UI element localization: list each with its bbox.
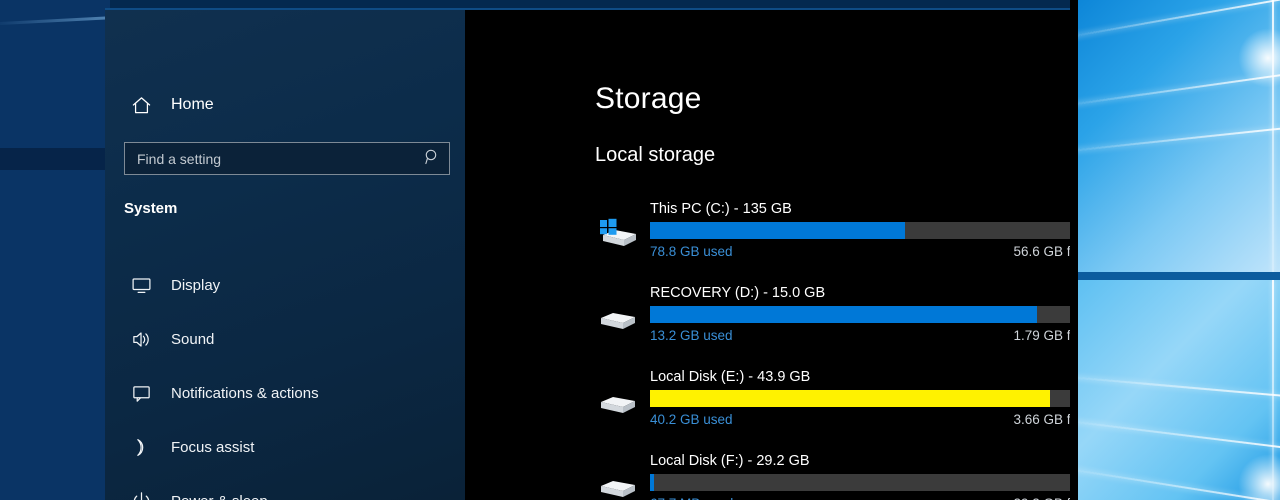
sidebar-item-home[interactable]: Home <box>123 88 453 122</box>
drive-meta: 13.2 GB used 1.79 GB free <box>650 323 1070 343</box>
wallpaper-pane-top <box>1078 0 1280 272</box>
wallpaper-pane-gap <box>1078 272 1280 280</box>
search-box[interactable] <box>124 142 450 175</box>
home-icon <box>129 93 153 117</box>
wallpaper-light-ray <box>1078 420 1280 450</box>
drive-usage-fill <box>650 474 655 491</box>
drive-usage-fill <box>650 306 1038 323</box>
chat-bubble-icon <box>129 381 153 405</box>
sidebar-nav-list: Display Sound Notifications & actions Fo… <box>123 258 463 500</box>
drive-info: RECOVERY (D:) - 15.0 GB 13.2 GB used 1.7… <box>650 284 1070 343</box>
drive-row[interactable]: RECOVERY (D:) - 15.0 GB 13.2 GB used 1.7… <box>595 284 1070 368</box>
sidebar-item-notifications[interactable]: Notifications & actions <box>123 366 463 420</box>
drive-meta: 78.8 GB used 56.6 GB free <box>650 239 1070 259</box>
drive-usage-bar <box>650 306 1070 323</box>
sidebar-item-focus-assist[interactable]: Focus assist <box>123 420 463 474</box>
sidebar-item-label: Power & sleep <box>171 493 268 500</box>
sidebar-item-sound[interactable]: Sound <box>123 312 463 366</box>
sidebar-item-label: Focus assist <box>171 438 255 456</box>
drive-free-label: 29.2 GB free <box>1013 496 1070 500</box>
drive-usage-bar <box>650 390 1070 407</box>
drive-used-label: 78.8 GB used <box>650 244 733 259</box>
drive-icon <box>597 302 639 336</box>
page-title: Storage <box>595 82 702 115</box>
wallpaper-glow <box>1238 454 1280 500</box>
drive-row[interactable]: Local Disk (E:) - 43.9 GB 40.2 GB used 3… <box>595 368 1070 452</box>
settings-window: Settings <box>105 8 1070 500</box>
drive-used-label: 67.7 MB used <box>650 496 733 500</box>
sidebar-item-label: Sound <box>171 330 215 348</box>
windows-drive-icon <box>597 218 639 252</box>
power-icon <box>129 489 153 500</box>
wallpaper-light-ray <box>1078 0 1280 38</box>
home-label: Home <box>171 96 214 113</box>
drive-free-label: 1.79 GB free <box>1013 328 1070 343</box>
wallpaper-pane-bottom <box>1078 280 1280 500</box>
search-icon[interactable] <box>424 148 441 170</box>
drive-info: Local Disk (F:) - 29.2 GB 67.7 MB used 2… <box>650 452 1070 500</box>
sidebar-section-title: System <box>124 200 178 217</box>
wallpaper-light-ray <box>1078 376 1280 398</box>
drive-info: This PC (C:) - 135 GB 78.8 GB used 56.6 … <box>650 200 1070 259</box>
drive-meta: 40.2 GB used 3.66 GB free <box>650 407 1070 427</box>
speaker-icon <box>129 327 153 351</box>
drive-used-label: 13.2 GB used <box>650 328 733 343</box>
wallpaper-light-ray <box>1078 126 1280 152</box>
drive-name: Local Disk (F:) - 29.2 GB <box>650 453 810 469</box>
drive-info: Local Disk (E:) - 43.9 GB 40.2 GB used 3… <box>650 368 1070 427</box>
section-heading: Local storage <box>595 144 716 166</box>
drive-free-label: 3.66 GB free <box>1013 412 1070 427</box>
drive-usage-bar <box>650 474 1070 491</box>
drive-usage-fill <box>650 222 906 239</box>
drive-list: This PC (C:) - 135 GB 78.8 GB used 56.6 … <box>595 200 1070 500</box>
content-panel: Storage Local storage This PC (C:) - 135… <box>465 10 1070 500</box>
moon-icon <box>129 435 153 459</box>
sidebar-item-display[interactable]: Display <box>123 258 463 312</box>
sidebar: Home System Display <box>105 10 465 500</box>
drive-name: Local Disk (E:) - 43.9 GB <box>650 369 811 385</box>
wallpaper-right-region <box>1078 0 1280 500</box>
drive-row[interactable]: Local Disk (F:) - 29.2 GB 67.7 MB used 2… <box>595 452 1070 500</box>
drive-icon <box>597 386 639 420</box>
drive-usage-fill <box>650 390 1051 407</box>
drive-name: RECOVERY (D:) - 15.0 GB <box>650 285 826 301</box>
drive-meta: 67.7 MB used 29.2 GB free <box>650 491 1070 500</box>
sidebar-item-label: Notifications & actions <box>171 384 319 402</box>
sidebar-item-label: Display <box>171 276 221 294</box>
search-input[interactable] <box>137 150 424 167</box>
drive-name: This PC (C:) - 135 GB <box>650 201 792 217</box>
monitor-icon <box>129 273 153 297</box>
drive-icon <box>597 470 639 500</box>
drive-used-label: 40.2 GB used <box>650 412 733 427</box>
drive-free-label: 56.6 GB free <box>1013 244 1070 259</box>
wallpaper-divider <box>1070 0 1078 500</box>
wallpaper-left-region <box>0 0 120 500</box>
drive-row[interactable]: This PC (C:) - 135 GB 78.8 GB used 56.6 … <box>595 200 1070 284</box>
drive-usage-bar <box>650 222 1070 239</box>
wallpaper-light-ray <box>0 15 120 25</box>
sidebar-item-power-sleep[interactable]: Power & sleep <box>123 474 463 500</box>
